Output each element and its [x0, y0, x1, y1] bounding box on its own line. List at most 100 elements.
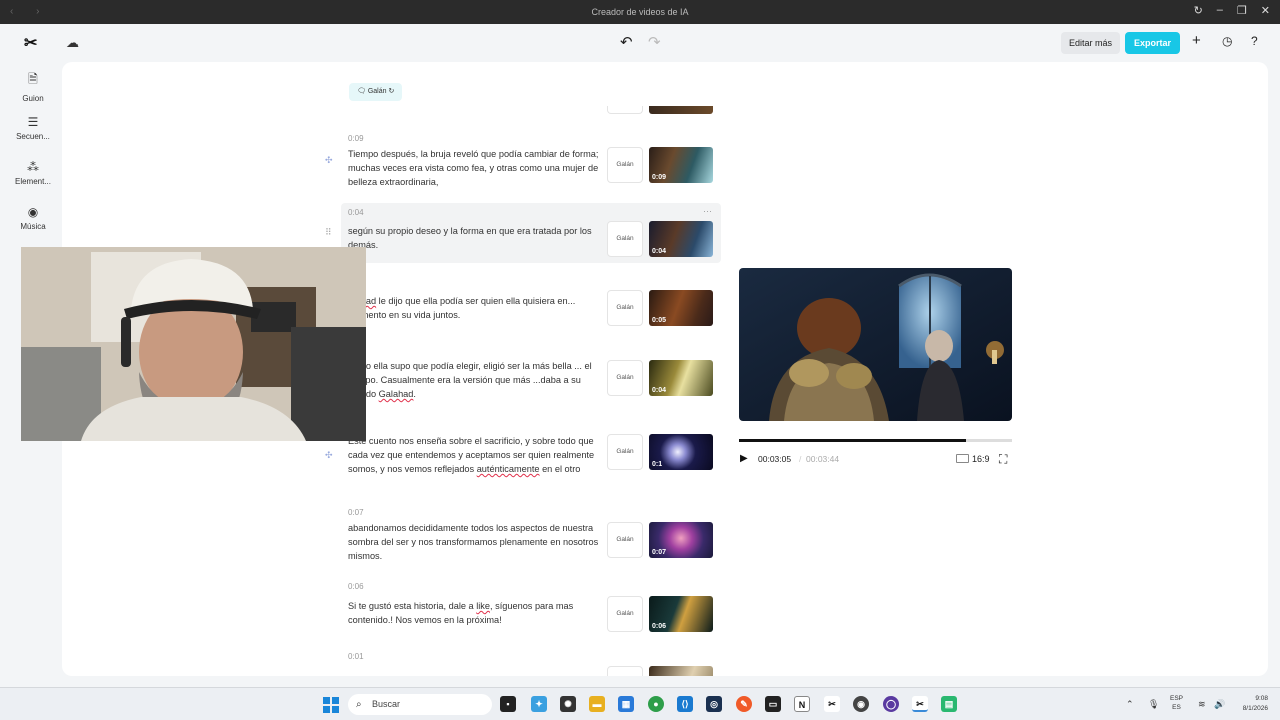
chatgpt-icon[interactable]: ✺ [560, 696, 576, 712]
redo-icon[interactable]: ↷ [648, 33, 661, 51]
segment-text[interactable]: ...ndo ella supo que podía elegir, eligi… [348, 359, 600, 401]
segment-thumbnail[interactable]: 0:04 [649, 221, 713, 257]
segment-duration: 0:01 [348, 652, 364, 661]
script-segment[interactable]: 0:07 abandonamos decididamente todos los… [341, 505, 721, 565]
voice-button[interactable]: Galán [607, 221, 643, 257]
system-clock[interactable]: 9:08 8/1/2026 [1232, 694, 1268, 714]
segment-thumbnail[interactable] [649, 666, 713, 676]
copilot-icon[interactable]: ✦ [531, 696, 547, 712]
voice-button[interactable] [607, 666, 643, 676]
voice-button[interactable]: Galán [607, 596, 643, 632]
microphone-icon[interactable]: 🎙 [1148, 699, 1159, 710]
regenerate-icon[interactable]: ✣ [325, 155, 333, 166]
script-segment[interactable]: 0:01 [341, 650, 721, 676]
chrome-icon[interactable]: ● [648, 696, 664, 712]
task-view-icon[interactable]: ▪ [500, 696, 516, 712]
edit-more-button[interactable]: Editar más [1061, 32, 1121, 54]
cloud-sync-icon[interactable]: ☁ [66, 35, 79, 51]
thumbnail-duration: 0:05 [652, 317, 667, 324]
refresh-icon: ↻ [386, 88, 395, 95]
segment-text-post: le dijo que ella podía ser quien ella qu… [348, 296, 576, 320]
steam-icon[interactable]: ◎ [706, 696, 722, 712]
add-icon[interactable]: + [1192, 32, 1201, 49]
current-time: 00:03:05 [758, 454, 792, 464]
sidebar-item-label: Música [20, 222, 46, 231]
segment-duration: 0:04 [348, 208, 364, 217]
segment-text[interactable]: ...ahad le dijo que ella podía ser quien… [348, 294, 600, 322]
video-preview[interactable] [739, 268, 1012, 421]
segment-thumbnail[interactable]: 0:09 [649, 147, 713, 183]
taskbar-search[interactable]: ⌕ Buscar [348, 694, 492, 715]
windows-taskbar: ⌕ Buscar ▪ ✦ ✺ ▬ ▦ ● ⟨⟩ ◎ ✎ ▭ N ✂ ◉ ◯ ✂ … [0, 687, 1280, 720]
vscode-icon[interactable]: ⟨⟩ [677, 696, 693, 712]
language-indicator[interactable]: ESP ES [1170, 694, 1183, 712]
voice-button[interactable]: Galán [607, 522, 643, 558]
notion-icon[interactable]: N [794, 696, 810, 712]
voice-chip[interactable]: 🗨 Galán ↻ [349, 83, 403, 101]
segment-thumbnail[interactable]: 0:1 [649, 434, 713, 470]
segment-text[interactable]: según su propio deseo y la forma en que … [348, 224, 600, 252]
volume-icon[interactable]: 🔊 [1214, 699, 1225, 710]
segment-text[interactable]: Tiempo después, la bruja reveló que podí… [348, 147, 600, 189]
segment-text[interactable]: Si te gustó esta historia, dale a like, … [348, 599, 600, 627]
notes-icon[interactable]: ▤ [941, 696, 957, 712]
segment-text[interactable]: abandonamos decididamente todos los aspe… [348, 521, 600, 563]
segment-thumbnail[interactable]: 0:06 [649, 596, 713, 632]
capcut-active-icon[interactable]: ✂ [912, 696, 928, 712]
capcut-icon[interactable]: ✂ [824, 696, 840, 712]
restore-icon[interactable]: ❐ [1237, 4, 1247, 17]
voice-button[interactable]: Galán [607, 360, 643, 396]
close-icon[interactable]: ✕ [1261, 4, 1270, 17]
store-icon[interactable]: ▦ [618, 696, 634, 712]
fullscreen-icon[interactable]: ⛶ [999, 452, 1007, 467]
start-icon[interactable] [323, 697, 339, 713]
segment-duration: 0:07 [348, 508, 364, 517]
voice-chip-label: Galán [367, 88, 387, 95]
undo-icon[interactable]: ↶ [620, 33, 633, 51]
progress-fill [739, 439, 966, 442]
segment-text[interactable]: Este cuento nos enseña sobre el sacrific… [348, 434, 600, 476]
obs-icon[interactable]: ◉ [853, 696, 869, 712]
script-segment[interactable]: ⠿ 0:04 ··· según su propio deseo y la fo… [325, 203, 721, 263]
sidebar-item-elements[interactable]: ⁂ Element... [0, 160, 66, 186]
sidebar-item-script[interactable]: 🗎 Guion [0, 70, 66, 103]
sequence-icon: ☰ [27, 115, 39, 129]
script-segment[interactable]: ...ahad le dijo que ella podía ser quien… [341, 280, 721, 330]
playback-progress[interactable] [739, 439, 1012, 442]
segment-text-wavy: auténticamente [476, 464, 540, 474]
preview-frame [739, 268, 1012, 421]
script-segment[interactable]: ✣ Este cuento nos enseña sobre el sacrif… [325, 425, 721, 491]
segment-thumbnail[interactable]: 0:04 [649, 360, 713, 396]
script-segment[interactable]: ✣ 0:09 Tiempo después, la bruja reveló q… [325, 130, 721, 192]
script-segment[interactable]: ...ndo ella supo que podía elegir, eligi… [341, 350, 721, 406]
sidebar-item-sequence[interactable]: ☰ Secuen... [0, 115, 66, 141]
terminal-icon[interactable]: ▭ [765, 696, 781, 712]
play-icon[interactable]: ▶ [740, 453, 748, 464]
wifi-icon[interactable]: ≋ [1198, 699, 1206, 710]
segment-duration: 0:06 [348, 582, 364, 591]
capcut-logo-icon[interactable]: ✂ [24, 33, 37, 53]
script-segment[interactable]: 0:06 Si te gustó esta historia, dale a l… [341, 579, 721, 639]
regenerate-icon[interactable]: ✣ [325, 450, 333, 461]
voice-button[interactable]: Galán [607, 147, 643, 183]
aspect-ratio-icon[interactable] [956, 454, 969, 463]
segment-thumbnail[interactable]: 0:05 [649, 290, 713, 326]
segment-thumbnail[interactable] [649, 106, 713, 114]
aspect-ratio[interactable]: 16:9 [972, 454, 990, 464]
voice-button[interactable]: Galán [607, 434, 643, 470]
history-icon[interactable]: ◷ [1222, 34, 1232, 48]
voice-button[interactable]: Galán [607, 290, 643, 326]
tray-overflow-icon[interactable]: ⌃ [1126, 699, 1134, 710]
voice-button[interactable] [607, 106, 643, 114]
minimize-icon[interactable]: – [1217, 4, 1223, 17]
export-button[interactable]: Exportar [1125, 32, 1180, 54]
segment-thumbnail[interactable]: 0:07 [649, 522, 713, 558]
app-icon[interactable]: ◯ [883, 696, 899, 712]
draw-icon[interactable]: ✎ [736, 696, 752, 712]
help-icon[interactable]: ? [1251, 34, 1258, 48]
drag-handle-icon[interactable]: ⠿ [325, 227, 332, 238]
more-options-icon[interactable]: ··· [703, 206, 712, 216]
file-explorer-icon[interactable]: ▬ [589, 696, 605, 712]
sidebar-item-music[interactable]: ◉ Música [0, 205, 66, 231]
refresh-icon[interactable]: ↻ [1194, 4, 1203, 17]
